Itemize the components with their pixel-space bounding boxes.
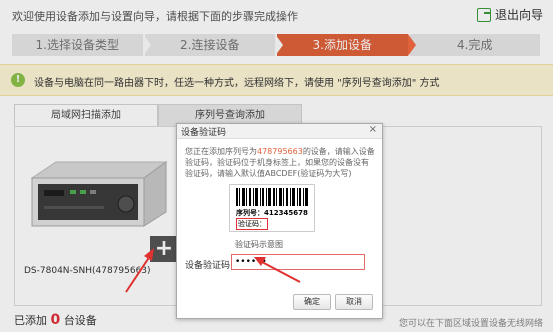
dialog-title: 设备验证码: [181, 128, 227, 138]
cancel-button[interactable]: 取消: [335, 294, 373, 310]
desc-before: 您正在添加序列号为: [185, 147, 257, 156]
annotation-arrow-input: [254, 257, 301, 283]
desc-serial: 478795663: [257, 147, 303, 156]
close-icon[interactable]: ×: [369, 124, 377, 135]
barcode-serial: 序列号：412345678: [236, 209, 308, 217]
dialog-title-bar: 设备验证码 ×: [177, 124, 382, 139]
barcode-verify: 验证码：: [236, 218, 268, 230]
annotation-arrow-plus: [125, 248, 154, 293]
barcode-label-image: 序列号：412345678 验证码：: [229, 184, 315, 232]
verification-code-dialog: 设备验证码 × 您正在添加序列号为478795663的设备，请输入设备验证码，验…: [176, 123, 383, 319]
dialog-description: 您正在添加序列号为478795663的设备，请输入设备验证码，验证码位于机身标签…: [185, 146, 375, 179]
ok-button[interactable]: 确定: [293, 294, 331, 310]
barcode-caption: 验证码示意图: [235, 240, 283, 249]
barcode-icon: [236, 188, 308, 206]
